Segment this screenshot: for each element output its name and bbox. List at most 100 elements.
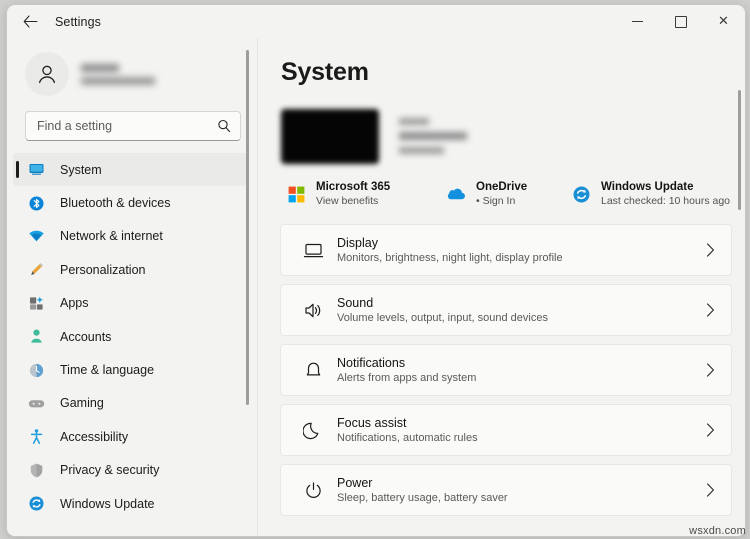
settings-row-title: Focus assist [337,415,407,430]
account-icon [27,328,45,346]
settings-row-subtitle: Volume levels, output, input, sound devi… [337,311,548,324]
sidebar-item-label: Gaming [60,396,104,411]
settings-row-power[interactable]: Power Sleep, battery usage, battery save… [280,464,732,516]
profile-name-redacted [81,63,155,85]
maximize-button[interactable] [659,5,702,38]
sidebar-item-windows-update[interactable]: Windows Update [13,487,247,520]
back-arrow-icon [23,15,38,28]
chevron-right-icon [695,423,725,437]
screen: Settings ✕ Find a setting System Bluetoo… [0,0,750,539]
sidebar-item-gaming[interactable]: Gaming [13,387,247,420]
moon-icon [299,416,327,444]
power-icon [299,476,327,504]
quick-link-subtitle: View benefits [316,195,379,207]
quick-link-title: Microsoft 365 [316,181,391,193]
sidebar-item-apps[interactable]: Apps [13,287,247,320]
settings-row-sound[interactable]: Sound Volume levels, output, input, soun… [280,284,732,336]
sidebar-item-personalization[interactable]: Personalization [13,253,247,286]
sidebar-item-label: Time & language [60,363,155,378]
window-title: Settings [55,14,101,29]
settings-row-subtitle: Sleep, battery usage, battery saver [337,491,508,504]
settings-list: Display Monitors, brightness, night ligh… [280,224,732,516]
chevron-right-icon [695,303,725,317]
quick-links: Microsoft 365 View benefits OneDrive • S… [281,176,745,212]
settings-row-title: Power [337,475,373,490]
settings-row-title: Display [337,235,378,250]
sidebar-item-accessibility[interactable]: Accessibility [13,420,247,453]
sidebar-item-privacy-security[interactable]: Privacy & security [13,454,247,487]
clock-icon [27,361,45,379]
title-bar: Settings ✕ [7,5,745,38]
device-info-redacted [399,118,467,154]
search-input[interactable] [35,118,217,134]
sidebar-item-label: Apps [60,296,89,311]
search-icon [217,119,231,133]
sidebar-item-label: System [60,162,102,177]
minimize-button[interactable] [616,5,659,38]
apps-icon [27,294,45,312]
sidebar-item-accounts[interactable]: Accounts [13,320,247,353]
settings-row-subtitle: Notifications, automatic rules [337,431,478,444]
chevron-right-icon [695,243,725,257]
device-summary [281,105,745,167]
main-scrollbar[interactable] [738,90,741,210]
wifi-icon [27,227,45,245]
sidebar: System Bluetooth & devices [7,38,257,536]
sidebar-item-label: Privacy & security [60,463,160,478]
close-icon: ✕ [718,14,729,29]
accessibility-icon [27,428,45,446]
shield-icon [27,461,45,479]
sidebar-item-label: Personalization [60,262,146,277]
bluetooth-icon [27,194,45,212]
quick-link-windows-update[interactable]: Windows Update Last checked: 10 hours ag… [566,176,736,212]
sidebar-item-label: Accounts [60,329,112,344]
sidebar-item-time-language[interactable]: Time & language [13,353,247,386]
maximize-icon [674,15,687,28]
update-refresh-icon [570,183,592,205]
close-button[interactable]: ✕ [702,5,745,38]
settings-row-focus-assist[interactable]: Focus assist Notifications, automatic ru… [280,404,732,456]
settings-row-subtitle: Monitors, brightness, night light, displ… [337,251,563,264]
quick-link-onedrive[interactable]: OneDrive • Sign In [441,176,566,212]
brush-icon [27,261,45,279]
sidebar-item-label: Bluetooth & devices [60,196,171,211]
settings-row-notifications[interactable]: Notifications Alerts from apps and syste… [280,344,732,396]
speaker-icon [299,296,327,324]
sidebar-item-system[interactable]: System [13,153,247,187]
microsoft-logo-icon [285,183,307,205]
sidebar-scrollbar[interactable] [246,50,249,405]
person-icon [38,65,56,84]
back-button[interactable] [15,9,45,35]
user-profile[interactable] [25,46,257,102]
monitor-icon [27,161,45,179]
sidebar-item-bluetooth-devices[interactable]: Bluetooth & devices [13,186,247,219]
minimize-icon [632,21,643,22]
settings-row-title: Notifications [337,355,406,370]
chevron-right-icon [695,483,725,497]
page-title: System [281,58,369,86]
device-image-redacted [281,108,379,164]
search-box[interactable] [25,111,241,141]
quick-link-title: OneDrive [476,181,528,193]
avatar [25,52,69,96]
main-content: System Microsoft 365 View benefits OneDr… [258,38,745,536]
settings-row-display[interactable]: Display Monitors, brightness, night ligh… [280,224,732,276]
update-icon [27,495,45,513]
gamepad-icon [27,394,45,412]
sidebar-item-label: Windows Update [60,496,155,511]
sidebar-item-label: Network & internet [60,229,163,244]
sidebar-item-label: Accessibility [60,429,129,444]
settings-window: Settings ✕ Find a setting System Bluetoo… [6,4,746,537]
settings-row-title: Sound [337,295,374,310]
quick-link-subtitle: • Sign In [476,195,516,207]
sidebar-item-network-internet[interactable]: Network & internet [13,220,247,253]
onedrive-cloud-icon [445,183,467,205]
quick-link-title: Windows Update [601,181,694,193]
navigation-list: System Bluetooth & devices Network & int… [7,153,257,536]
quick-link-microsoft-365[interactable]: Microsoft 365 View benefits [281,176,441,212]
watermark: wsxdn.com [689,525,746,537]
settings-row-subtitle: Alerts from apps and system [337,371,477,384]
display-monitor-icon [299,236,327,264]
chevron-right-icon [695,363,725,377]
bell-icon [299,356,327,384]
